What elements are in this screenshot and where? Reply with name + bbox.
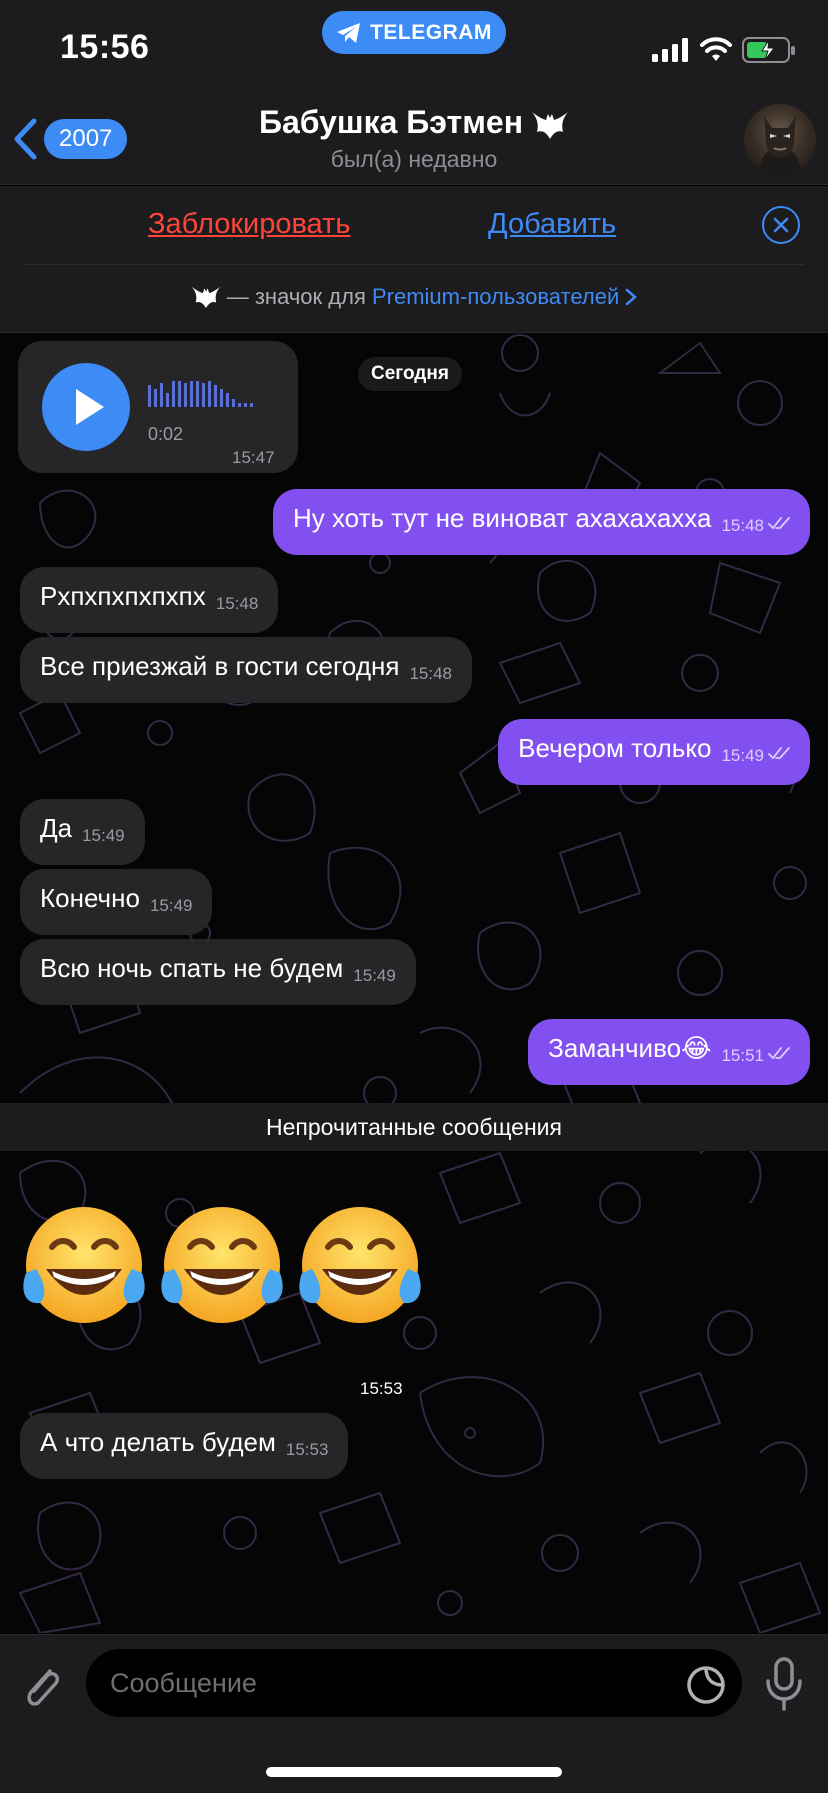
premium-badge-note[interactable]: — значок для Premium-пользователей [0,284,828,310]
play-icon [76,389,104,425]
message-time: 15:49 [82,826,125,845]
close-panel-button[interactable] [762,206,800,244]
outgoing-message[interactable]: Ну хоть тут не виноват ахахахахха 15:48 [272,489,810,555]
message-time: 15:49 [149,896,193,915]
cellular-signal-icon [652,38,688,62]
message-text: Да [40,813,73,843]
status-bar: 15:56 TELEGRAM [0,0,828,92]
read-double-check-icon [768,517,790,530]
sticker-icon[interactable] [686,1665,726,1705]
message-input-bar [0,1634,828,1793]
incoming-message[interactable]: Да 15:49 [20,799,145,865]
message-list[interactable]: 0:02 15:47 Сегодня Ну хоть тут не винова… [0,333,828,1633]
message-time: 15:53 [285,1440,329,1459]
outgoing-message[interactable]: Вечером только 15:49 [498,719,810,785]
contact-avatar[interactable] [744,104,816,176]
status-time: 15:56 [60,28,150,66]
message-text: Ну хоть тут не виноват ахахахахха [292,503,712,533]
message-text: Рхпхпхпхпхпх [40,581,206,611]
incoming-message[interactable]: А что делать будем 15:53 [20,1413,349,1479]
message-time: 15:48 [215,594,259,613]
message-text: Все приезжай в гости сегодня [40,651,400,681]
tears-of-joy-emoji-icon [23,1203,438,1333]
chat-header: 2007 Бабушка Бэтмен был(а) недавно [0,92,828,185]
message-time: 15:49 [353,966,396,985]
message-time: 15:51 [721,1046,764,1065]
unread-messages-separator: Непрочитанные сообщения [0,1103,828,1151]
block-user-button[interactable]: Заблокировать [148,208,350,241]
chat-title[interactable]: Бабушка Бэтмен [0,104,828,141]
close-icon [773,217,789,233]
premium-bat-badge-icon [532,111,569,139]
incoming-message[interactable]: Конечно 15:49 [20,869,213,935]
last-seen-status: был(а) недавно [330,146,498,172]
contact-action-panel: Заблокировать Добавить — значок для Prem… [0,186,828,333]
add-contact-button[interactable]: Добавить [488,208,616,241]
incoming-message[interactable]: Все приезжай в гости сегодня 15:48 [20,637,472,703]
chevron-right-icon [626,288,638,306]
paper-plane-icon [337,22,361,43]
contact-name: Бабушка Бэтмен [258,104,524,140]
battery-charging-icon [742,37,795,63]
message-text: Заманчиво😂 [548,1033,712,1063]
incoming-message[interactable]: Рхпхпхпхпхпх 15:48 [20,567,279,633]
date-separator: Сегодня [358,357,462,391]
panel-divider [24,264,804,265]
microphone-icon[interactable] [762,1657,806,1711]
message-time: 15:53 [360,1379,403,1398]
incoming-message[interactable]: Всю ночь спать не будем 15:49 [20,939,416,1005]
premium-bat-badge-icon [191,286,220,309]
play-voice-button[interactable] [42,363,130,451]
outgoing-message[interactable]: Заманчиво😂 15:51 [528,1019,810,1085]
waveform-icon [148,381,253,407]
message-text: Конечно [40,883,140,913]
message-input[interactable] [86,1649,742,1717]
voice-duration: 0:02 [148,424,184,444]
home-indicator[interactable] [266,1767,562,1777]
premium-link[interactable]: Premium-пользователей [372,284,619,309]
message-time: 15:48 [721,516,764,535]
message-time: 15:48 [409,664,452,683]
message-text: Вечером только [518,733,712,763]
premium-note-text: — значок для [226,284,366,309]
wifi-icon [700,37,732,61]
message-time: 15:47 [232,448,275,467]
batman-avatar-image [758,116,802,176]
voice-message-bubble[interactable]: 0:02 15:47 [18,341,298,473]
emoji-message[interactable]: 😂😂😂 [18,1203,438,1333]
message-time: 15:49 [721,746,764,765]
paperclip-icon[interactable] [20,1661,64,1711]
message-text: Всю ночь спать не будем [40,953,344,983]
read-double-check-icon [768,747,790,760]
telegram-app-pill[interactable]: TELEGRAM [322,11,506,54]
message-text: А что делать будем [40,1427,276,1457]
read-double-check-icon [768,1047,790,1060]
telegram-pill-label: TELEGRAM [370,20,492,44]
